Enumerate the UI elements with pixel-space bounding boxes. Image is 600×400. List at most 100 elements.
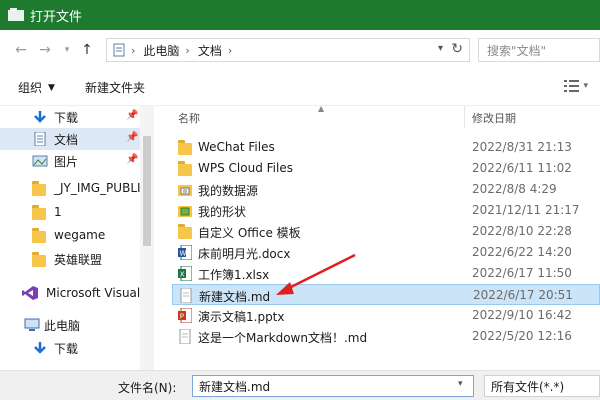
file-name: 我的形状 (198, 205, 247, 219)
column-date-header[interactable]: 修改日期 (472, 110, 516, 126)
sidebar-item-downloads-pc[interactable]: 下载 (0, 337, 140, 359)
details-view-icon (564, 80, 580, 92)
sidebar-item-this-pc[interactable]: 此电脑 (0, 314, 140, 336)
picture-icon (32, 155, 48, 167)
file-name: 这是一个Markdown文档！.md (198, 331, 368, 345)
view-options-button[interactable]: ▾ (564, 79, 588, 93)
breadcrumb-separator-icon: › (185, 43, 190, 57)
list-item[interactable]: 我的数据源 2022/8/8 4:29 (172, 179, 600, 200)
breadcrumb-separator-icon: › (131, 43, 136, 57)
sidebar-item-label: 下载 (54, 110, 79, 125)
file-name: 我的数据源 (198, 184, 259, 198)
file-name: 演示文稿1.pptx (198, 310, 285, 324)
refresh-icon[interactable]: ↻ (451, 41, 463, 57)
markdown-file-icon (180, 288, 192, 303)
app-logo-icon (8, 8, 24, 21)
navigation-bar: ← → ▾ ↑ › 此电脑 › 文档 › ▾ ↻ 搜索"文档" (0, 30, 600, 70)
address-dropdown-icon[interactable]: ▾ (438, 43, 443, 54)
breadcrumb-separator-icon: › (227, 43, 233, 57)
word-document-icon: W (178, 245, 192, 260)
command-toolbar: 组织 ▼ 新建文件夹 ▾ (0, 70, 600, 106)
chevron-down-icon: ▼ (48, 82, 55, 93)
file-name: WeChat Files (198, 140, 275, 154)
list-item-selected[interactable]: 新建文档.md 2022/6/17 20:51 (172, 284, 600, 305)
sidebar-item-pictures[interactable]: 图片 📌 (0, 150, 140, 172)
sidebar-item-label: _JY_IMG_PUBLI (54, 181, 141, 195)
sidebar-item-wegame[interactable]: wegame (0, 224, 140, 246)
scrollbar-thumb[interactable] (143, 136, 151, 246)
file-list: ▲ 名称 修改日期 WeChat Files 2022/8/31 21:13 W… (160, 106, 600, 370)
list-item[interactable]: WeChat Files 2022/8/31 21:13 (172, 137, 600, 158)
list-item[interactable]: W 床前明月光.docx 2022/6/22 14:20 (172, 242, 600, 263)
sidebar-item-label: Microsoft Visual (46, 286, 141, 300)
file-type-select[interactable]: 所有文件(*.*) (484, 375, 600, 397)
sidebar-item-label: 此电脑 (44, 318, 81, 333)
address-bar[interactable]: › 此电脑 › 文档 › ▾ ↻ (106, 38, 470, 62)
powerpoint-presentation-icon: P (178, 308, 192, 323)
folder-icon (32, 181, 48, 196)
breadcrumb-this-pc[interactable]: 此电脑 (143, 42, 179, 59)
sidebar-scrollbar[interactable] (140, 106, 154, 370)
chevron-down-icon: ▾ (583, 81, 588, 91)
breadcrumb-documents[interactable]: 文档 (198, 42, 222, 59)
file-date: 2022/8/8 4:29 (472, 182, 557, 196)
file-name: 床前明月光.docx (198, 247, 291, 261)
file-date: 2022/6/22 14:20 (472, 245, 572, 259)
list-item[interactable]: WPS Cloud Files 2022/6/11 11:02 (172, 158, 600, 179)
sidebar-item-label: 英雄联盟 (54, 252, 103, 267)
back-arrow-icon[interactable]: ← (10, 39, 32, 61)
markdown-file-icon (179, 329, 191, 344)
sidebar-item-label: 图片 (54, 154, 79, 169)
search-input[interactable]: 搜索"文档" (478, 38, 600, 62)
shapes-folder-icon (178, 206, 192, 217)
filename-input[interactable]: 新建文档.md (192, 375, 474, 397)
column-divider[interactable] (464, 106, 465, 128)
list-item[interactable]: 自定义 Office 模板 2022/8/10 22:28 (172, 221, 600, 242)
filename-bar: 文件名(N): 新建文档.md ▾ 所有文件(*.*) (0, 370, 600, 400)
folder-icon (32, 252, 48, 267)
recent-dropdown-icon[interactable]: ▾ (56, 39, 78, 61)
forward-arrow-icon[interactable]: → (34, 39, 56, 61)
file-name: 新建文档.md (199, 290, 271, 304)
sidebar-item-1[interactable]: 1 (0, 201, 140, 223)
organize-button[interactable]: 组织 ▼ (18, 79, 55, 96)
file-date: 2022/6/17 11:50 (472, 266, 572, 280)
sidebar-item-league-of-legends[interactable]: 英雄联盟 (0, 248, 140, 270)
sidebar-item-microsoft-visual[interactable]: Microsoft Visual (0, 282, 140, 304)
pin-icon: 📌 (126, 110, 139, 121)
navigation-pane: 下载 📌 文档 📌 图片 📌 _JY_IMG_PUBLI 1 wegame 英雄… (0, 106, 154, 370)
list-item[interactable]: 我的形状 2021/12/11 21:17 (172, 200, 600, 221)
window-title: 打开文件 (30, 9, 83, 25)
sidebar-item-jy-img-public[interactable]: _JY_IMG_PUBLI (0, 177, 141, 199)
sidebar-item-label: wegame (54, 228, 106, 242)
new-folder-label: 新建文件夹 (84, 81, 145, 95)
new-folder-button[interactable]: 新建文件夹 (85, 79, 145, 96)
file-date: 2022/9/10 16:42 (472, 308, 572, 322)
sidebar-item-label: 下载 (54, 341, 79, 356)
file-name: WPS Cloud Files (198, 161, 293, 175)
list-item[interactable]: P 演示文稿1.pptx 2022/9/10 16:42 (172, 305, 600, 326)
pin-icon: 📌 (126, 132, 139, 143)
list-item[interactable]: X 工作簿1.xlsx 2022/6/17 11:50 (172, 263, 600, 284)
organize-label: 组织 (18, 81, 43, 95)
file-date: 2022/8/31 21:13 (472, 140, 572, 154)
download-icon (34, 342, 46, 354)
document-location-icon (113, 43, 125, 57)
folder-icon (32, 205, 48, 220)
list-item[interactable]: 这是一个Markdown文档！.md 2022/5/20 12:16 (172, 326, 600, 347)
column-name-header[interactable]: 名称 (178, 110, 200, 126)
up-arrow-icon[interactable]: ↑ (76, 39, 98, 61)
chevron-down-icon[interactable]: ▾ (458, 379, 463, 389)
file-name: 自定义 Office 模板 (198, 226, 301, 240)
sidebar-item-downloads[interactable]: 下载 📌 (0, 106, 140, 128)
file-date: 2022/6/17 20:51 (473, 288, 573, 302)
filename-value: 新建文档.md (199, 379, 271, 394)
sidebar-item-documents[interactable]: 文档 📌 (0, 128, 140, 150)
folder-icon (178, 140, 192, 155)
folder-icon (178, 161, 192, 176)
document-icon (34, 132, 46, 146)
folder-icon (32, 228, 48, 243)
file-date: 2022/5/20 12:16 (472, 329, 572, 343)
svg-text:P: P (180, 313, 184, 321)
computer-icon (24, 318, 40, 331)
